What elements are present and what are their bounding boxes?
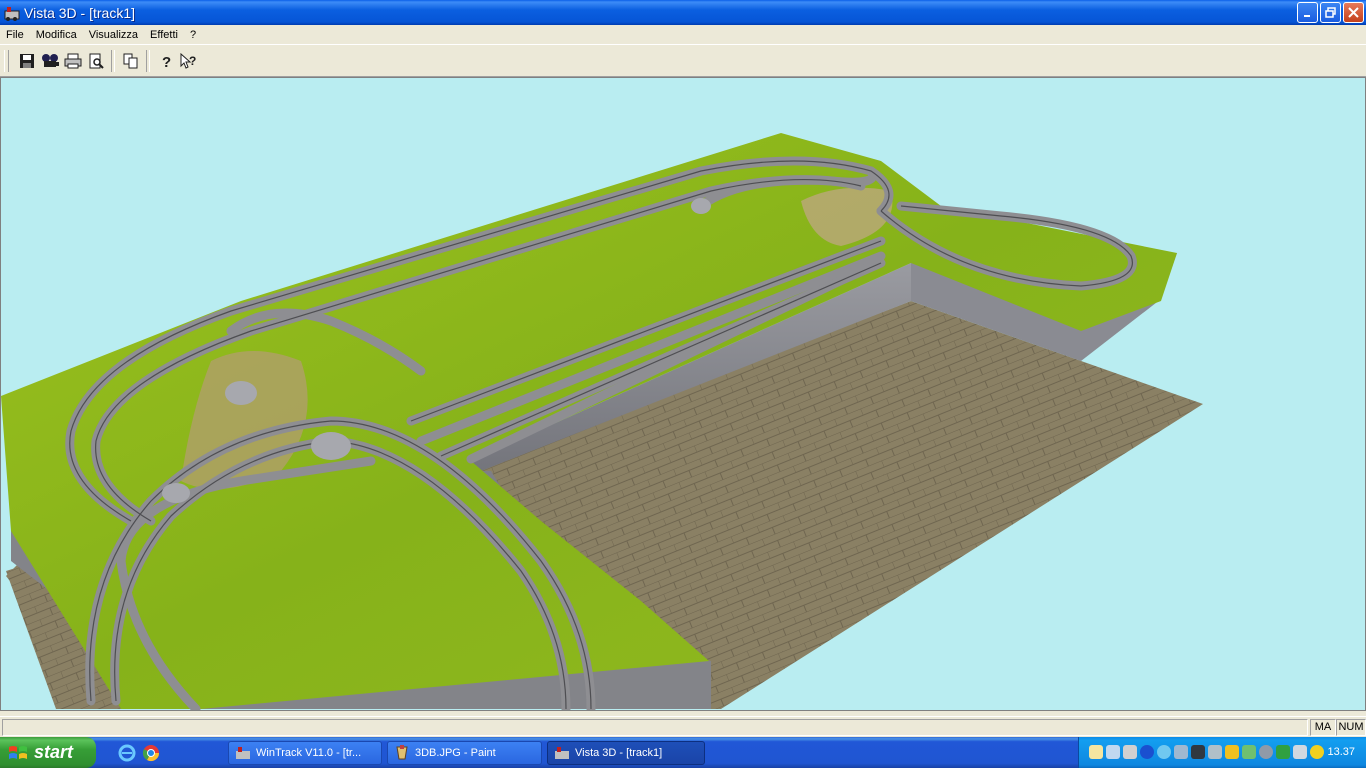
taskbar: start WinTrack V11.0 - [tr... 3DB.JPG - … [0, 737, 1366, 768]
tray-recycle-icon[interactable] [1276, 745, 1290, 759]
tunnel-portal [225, 381, 257, 405]
toolbar-separator [146, 49, 150, 72]
task-wintrack[interactable]: WinTrack V11.0 - [tr... [228, 741, 382, 765]
task-label: WinTrack V11.0 - [tr... [256, 747, 362, 759]
system-tray: 13.37 [1078, 737, 1366, 768]
chrome-icon[interactable] [142, 744, 160, 762]
help-icon: ? [162, 54, 171, 69]
print-preview-button[interactable] [84, 50, 107, 72]
tray-network-icon[interactable] [1106, 745, 1120, 759]
minimize-icon [1304, 15, 1310, 17]
tray-folder-icon[interactable] [1089, 745, 1103, 759]
menu-visualizza[interactable]: Visualizza [83, 29, 144, 41]
windows-logo-icon [9, 745, 27, 759]
toolbar-grip[interactable] [4, 49, 9, 72]
restore-icon [1325, 7, 1336, 18]
task-label: Vista 3D - [track1] [575, 747, 663, 759]
context-help-icon: ? [180, 52, 196, 69]
print-button[interactable] [61, 50, 84, 72]
wintrack-app-icon [555, 747, 569, 759]
menu-bar: File Modifica Visualizza Effetti ? [0, 25, 1366, 45]
tunnel-portal [691, 198, 711, 214]
copy-icon [123, 53, 137, 68]
menu-help[interactable]: ? [184, 29, 202, 41]
window-title: Vista 3D - [track1] [24, 4, 136, 21]
title-bar[interactable]: Vista 3D - [track1] [0, 0, 1366, 25]
start-label: start [34, 742, 74, 762]
task-paint[interactable]: 3DB.JPG - Paint [387, 741, 542, 765]
menu-effetti[interactable]: Effetti [144, 29, 184, 41]
internet-explorer-icon[interactable] [118, 744, 136, 762]
svg-text:?: ? [162, 54, 171, 69]
camera-button[interactable] [38, 50, 61, 72]
camera-film-icon [41, 53, 59, 67]
task-vista3d[interactable]: Vista 3D - [track1] [547, 741, 705, 765]
status-bar: MA NUM [0, 716, 1366, 737]
status-caps: MA [1310, 719, 1336, 736]
menu-modifica[interactable]: Modifica [30, 29, 83, 41]
clock[interactable]: 13.37 [1327, 746, 1355, 758]
save-icon [19, 53, 34, 68]
print-icon [64, 53, 81, 68]
3d-layout-render [1, 133, 1203, 710]
minimize-button[interactable] [1297, 2, 1318, 23]
help-button[interactable]: ? [154, 50, 177, 72]
tray-audio-icon[interactable] [1259, 745, 1273, 759]
3d-viewport[interactable] [0, 77, 1366, 711]
print-preview-icon [89, 53, 104, 69]
tray-display-icon[interactable] [1191, 745, 1205, 759]
tray-norton-icon[interactable] [1310, 745, 1324, 759]
status-panel-main [2, 719, 1308, 736]
svg-text:?: ? [189, 54, 196, 68]
tray-shield-icon[interactable] [1225, 745, 1239, 759]
tray-monitor-icon[interactable] [1123, 745, 1137, 759]
tray-computer-icon[interactable] [1174, 745, 1188, 759]
tray-phone-icon[interactable] [1293, 745, 1307, 759]
tray-bluetooth-icon[interactable] [1140, 745, 1154, 759]
wintrack-app-icon [4, 6, 20, 21]
close-icon [1348, 7, 1359, 18]
close-button[interactable] [1343, 2, 1364, 23]
tray-safe-remove-icon[interactable] [1242, 745, 1256, 759]
tunnel-portal [162, 483, 190, 503]
toolbar-separator [111, 49, 115, 72]
context-help-button[interactable]: ? [177, 50, 200, 72]
restore-button[interactable] [1320, 2, 1341, 23]
task-label: 3DB.JPG - Paint [415, 747, 496, 759]
paint-icon [396, 745, 408, 760]
status-num: NUM [1336, 719, 1366, 736]
tunnel-portal [311, 432, 351, 460]
copy-button[interactable] [119, 50, 142, 72]
wintrack-app-icon [236, 747, 250, 759]
save-button[interactable] [15, 50, 38, 72]
tray-pc-icon[interactable] [1208, 745, 1222, 759]
menu-file[interactable]: File [0, 29, 30, 41]
tray-search-icon[interactable] [1157, 745, 1171, 759]
start-button[interactable]: start [0, 737, 96, 768]
toolbar: ? ? [0, 45, 1366, 77]
